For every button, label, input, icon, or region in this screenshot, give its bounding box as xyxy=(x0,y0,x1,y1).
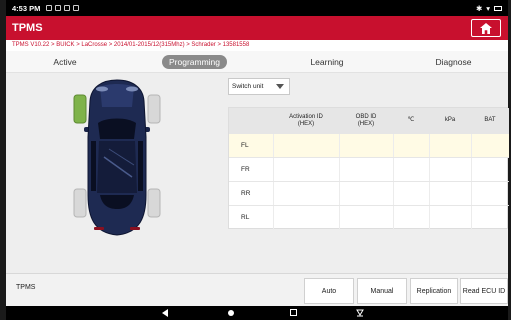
recent-apps-icon[interactable] xyxy=(290,309,297,316)
table-header: Activation ID (HEX) OBD ID (HEX) ℃ kPa BAT xyxy=(229,108,509,133)
windshield xyxy=(98,118,136,139)
tab-active[interactable]: Active xyxy=(36,55,94,69)
header-pressure: kPa xyxy=(444,117,456,123)
manual-button[interactable]: Manual xyxy=(357,278,407,304)
tab-bar: Active Programming Learning Diagnose xyxy=(6,51,508,73)
table-row-rr[interactable]: RR xyxy=(229,181,509,206)
car-illustration xyxy=(73,79,161,236)
replication-button[interactable]: Replication xyxy=(410,278,458,304)
status-right: ✱ ▾ xyxy=(476,4,502,13)
notification-icon xyxy=(46,5,53,11)
app-title-bar: TPMS xyxy=(6,16,508,40)
header-activation-id: Activation ID (HEX) xyxy=(289,113,323,127)
tab-programming[interactable]: Programming xyxy=(162,55,227,69)
row-label: FR xyxy=(241,166,250,173)
row-label: FL xyxy=(241,142,249,149)
home-button[interactable] xyxy=(471,19,501,37)
read-ecu-id-button[interactable]: Read ECU ID xyxy=(460,278,508,304)
breadcrumb: TPMS V10.22 > BUICK > LaCrosse > 2014/01… xyxy=(6,40,508,51)
tab-learning[interactable]: Learning xyxy=(296,55,358,69)
wifi-icon: ▾ xyxy=(486,3,490,13)
status-time: 4:53 PM xyxy=(12,3,41,13)
table-row-rl[interactable]: RL xyxy=(229,205,509,230)
switch-unit-label: Switch unit xyxy=(232,83,264,90)
bottom-bar: TPMS Auto Manual Replication Read ECU ID xyxy=(6,273,508,306)
header-battery: BAT xyxy=(484,117,496,123)
home-icon xyxy=(480,22,492,34)
table-row-fr[interactable]: FR xyxy=(229,157,509,182)
home-circle-icon[interactable] xyxy=(228,310,234,316)
status-bar: 4:53 PM ✱ ▾ xyxy=(6,0,508,16)
header-temperature: ℃ xyxy=(407,117,415,123)
header-obd-id: OBD ID (HEX) xyxy=(355,113,377,127)
system-nav-bar xyxy=(6,306,508,320)
tab-diagnose[interactable]: Diagnose xyxy=(426,55,481,69)
switch-unit-dropdown[interactable]: Switch unit xyxy=(228,78,290,95)
tire-rr[interactable] xyxy=(147,188,161,218)
tire-fr[interactable] xyxy=(147,94,161,124)
notification-icons xyxy=(46,5,80,11)
bottom-title: TPMS xyxy=(16,284,36,291)
auto-button[interactable]: Auto xyxy=(304,278,354,304)
notification-icon xyxy=(55,5,62,11)
chevron-down-icon xyxy=(276,84,284,89)
app-title: TPMS xyxy=(12,22,43,34)
notification-icon xyxy=(64,5,71,11)
main-content: Switch unit Activation ID (HEX) OBD ID (HE… xyxy=(6,73,509,273)
notification-icon xyxy=(73,5,80,11)
row-label: RR xyxy=(241,190,251,197)
bluetooth-icon: ✱ xyxy=(475,3,483,13)
back-icon[interactable] xyxy=(162,309,168,317)
table-row-fl[interactable]: FL xyxy=(229,133,509,158)
row-label: RL xyxy=(241,214,250,221)
screen: 4:53 PM ✱ ▾ TPMS TPMS V10.22 > BUICK > L… xyxy=(6,0,509,320)
tire-fl[interactable] xyxy=(73,94,87,124)
tire-rl[interactable] xyxy=(73,188,87,218)
screenshot-icon[interactable] xyxy=(356,309,364,317)
battery-icon xyxy=(494,5,502,11)
sensor-table: Activation ID (HEX) OBD ID (HEX) ℃ kPa BAT… xyxy=(228,107,509,230)
